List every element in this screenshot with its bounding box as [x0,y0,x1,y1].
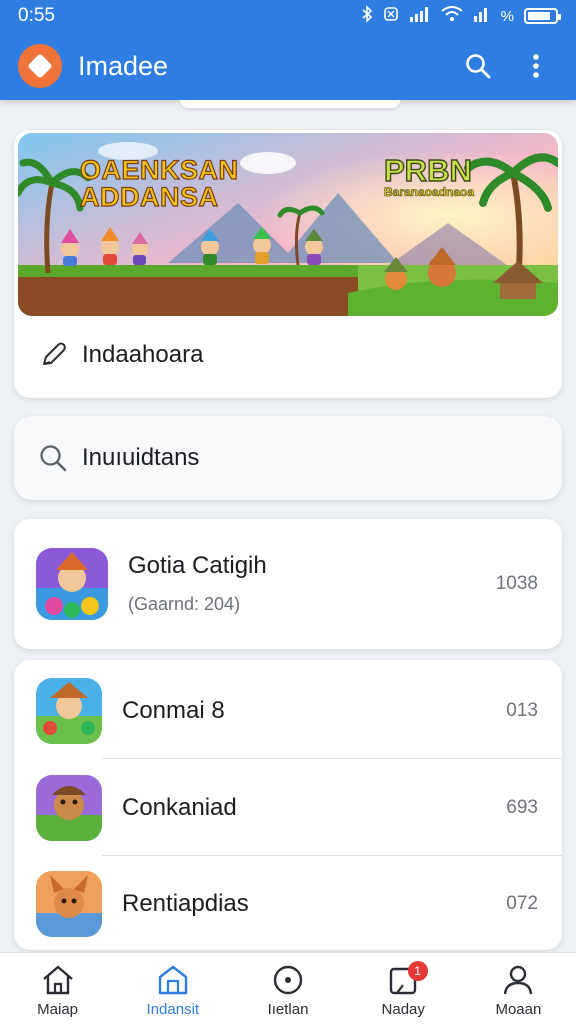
nav-item-notifications[interactable]: 1 Naday [346,953,461,1024]
nav-label: Naday [381,1001,425,1018]
banner-action-row[interactable]: Indaahoara [14,313,562,397]
nav-label: Moaan [495,1001,542,1018]
list-item-name: Gotia Catigih [128,552,267,579]
nfc-icon [383,6,399,26]
notification-badge: 1 [407,961,428,981]
top-bar: 0:55 % Imadee [0,0,576,100]
home-icon [42,965,73,995]
app-title: Imadee [78,50,169,81]
featured-list-card: Gotia Catigih (Gaarnd: 204) 1038 [14,519,562,649]
list-item-count: 013 [506,699,538,721]
store-icon [158,965,187,995]
more-vert-icon [533,54,539,78]
list-item[interactable]: Rentiapdias 072 [14,855,562,952]
status-bar: 0:55 % [0,0,576,32]
wifi-icon [441,6,463,26]
game-thumbnail [36,774,102,841]
nav-label: Iıetlan [267,1001,309,1018]
nav-item-store[interactable]: Indansit [115,953,230,1024]
search-icon [466,54,491,79]
search-button[interactable] [456,44,500,88]
app-logo [18,44,62,88]
game-thumbnail [36,547,108,620]
bottom-navigation: Maiap Indansit Iıetlan 1 Naday Moaan [0,952,576,1024]
nav-item-profile[interactable]: Moaan [461,953,576,1024]
nav-item-explore[interactable]: Iıetlan [230,953,345,1024]
status-icons: % [361,5,561,27]
sheet-handle [180,100,400,108]
banner-badge: PRBN Baranaoadnaoa [383,154,475,200]
app-list-card: Conmai 8 013 Conkaniad 693 Rentiapdias 0… [14,660,562,950]
banner-image[interactable]: OAENKSAN ADDANSA PRBN Baranaoadnaoa [18,133,558,316]
game-thumbnail [36,677,102,744]
banner-badge-subtitle: Baranaoadnaoa [384,185,475,200]
list-item-count: 072 [506,892,538,914]
nav-label: Indansit [146,1001,200,1018]
battery-percent-label: % [500,7,514,25]
signal-icon-2 [473,6,491,26]
list-item-meta: (Gaarnd: 204) [128,594,241,614]
search-placeholder: Inuıuidtans [82,444,200,471]
banner-action-label: Indaahoara [82,341,204,368]
banner-title: OAENKSAN ADDANSA [79,155,239,212]
banner-title-line2: ADDANSA [79,182,219,212]
compass-icon [273,965,303,995]
bluetooth-icon [361,5,373,27]
list-item-count: 1038 [495,572,538,594]
battery-icon [524,8,561,24]
banner-title-line1: OAENKSAN [79,155,239,185]
more-options-button[interactable] [514,44,558,88]
nav-item-home[interactable]: Maiap [0,953,115,1024]
search-icon [40,445,67,472]
status-time: 0:55 [18,5,55,26]
banner-badge-title: PRBN [383,153,472,188]
list-item-count: 693 [506,796,538,818]
profile-icon [504,965,533,995]
signal-icon [409,6,431,26]
list-item[interactable]: Conkaniad 693 [14,759,562,856]
list-item-name: Conkaniad [122,793,237,821]
nav-label: Maiap [37,1001,79,1018]
pencil-icon [43,342,66,365]
list-item-name: Rentiapdias [122,889,249,917]
search-field[interactable]: Inuıuidtans [14,416,562,500]
list-item-name: Conmai 8 [122,696,225,724]
list-item[interactable]: Conmai 8 013 [14,662,562,759]
list-item-featured[interactable]: Gotia Catigih (Gaarnd: 204) 1038 [14,535,562,632]
app-bar: Imadee [0,32,576,100]
game-thumbnail [36,870,102,937]
featured-banner-card[interactable]: OAENKSAN ADDANSA PRBN Baranaoadnaoa Inda… [14,130,562,398]
